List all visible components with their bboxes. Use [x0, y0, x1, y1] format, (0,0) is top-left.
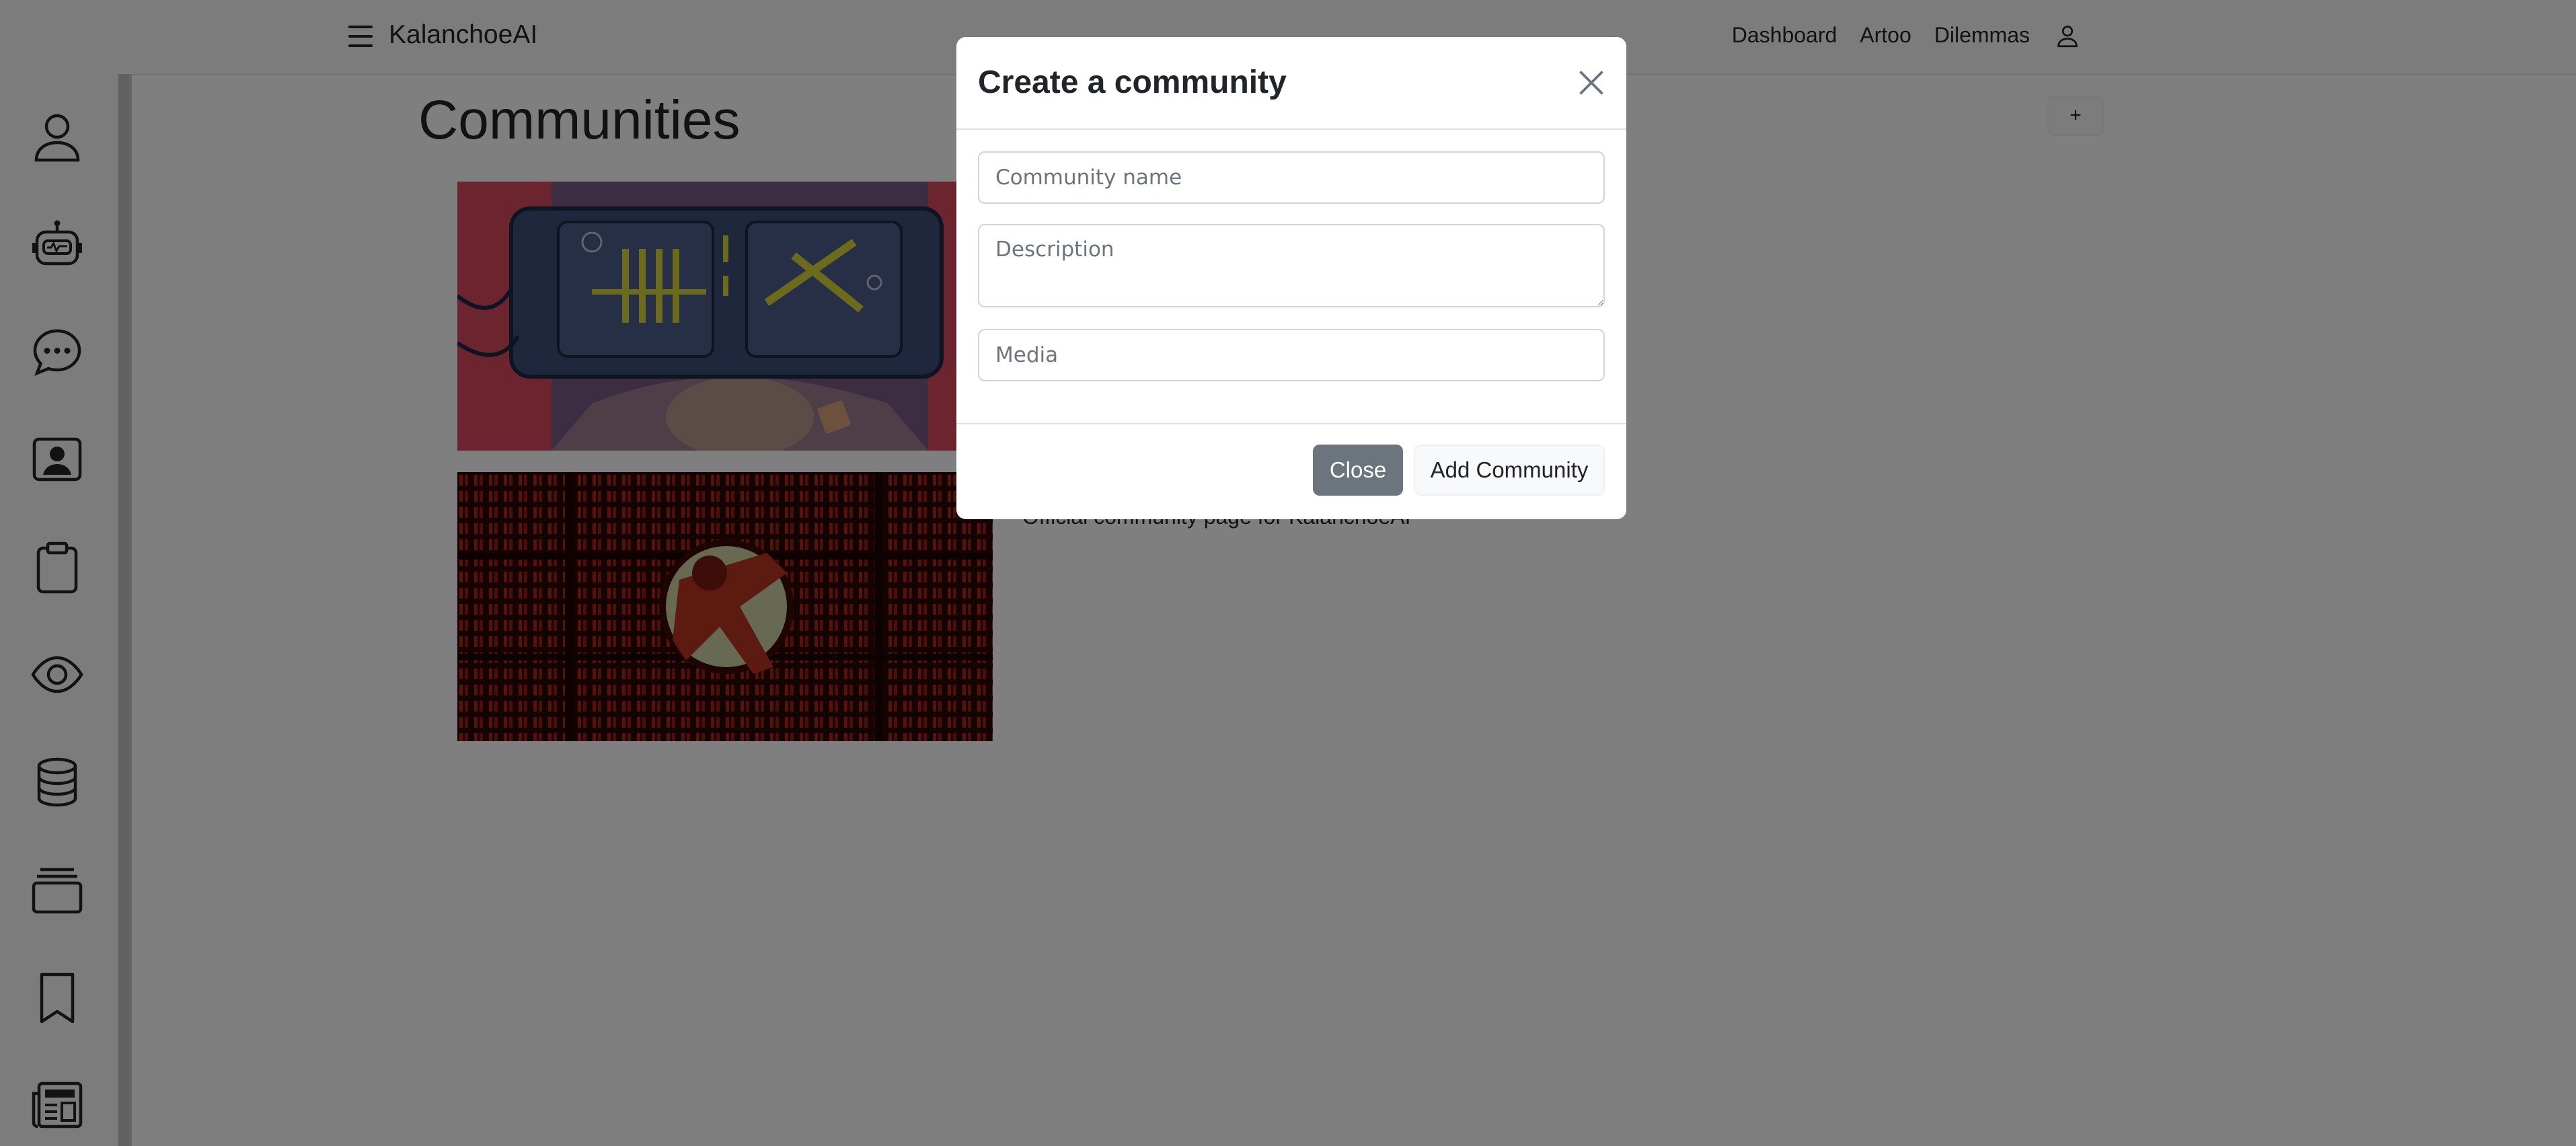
modal-header: Create a community	[956, 37, 1626, 130]
create-community-modal: Create a community Close Add Community	[956, 37, 1626, 519]
modal-title: Create a community	[978, 65, 1287, 100]
media-input[interactable]	[978, 329, 1605, 381]
community-name-input[interactable]	[978, 151, 1605, 204]
close-button[interactable]: Close	[1313, 445, 1403, 496]
add-community-submit-button[interactable]: Add Community	[1414, 445, 1605, 496]
description-textarea[interactable]	[978, 224, 1605, 307]
close-icon[interactable]	[1577, 68, 1606, 98]
